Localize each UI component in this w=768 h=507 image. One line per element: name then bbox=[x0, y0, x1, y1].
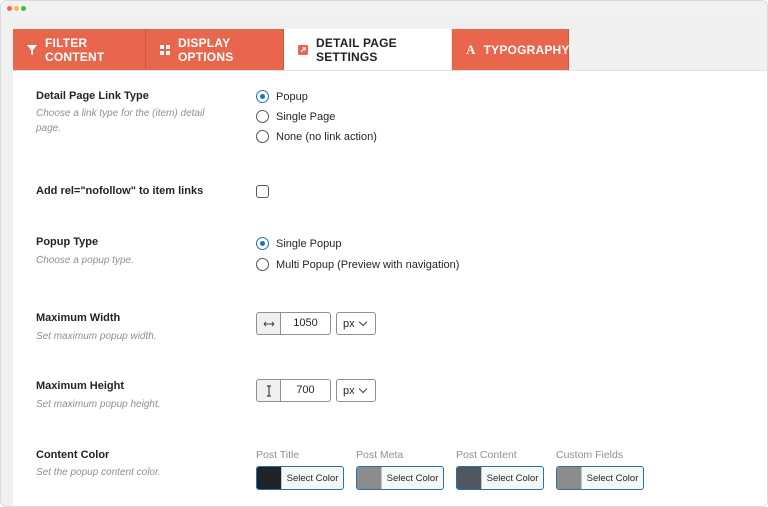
unit-value: px bbox=[343, 384, 355, 397]
tab-label: TYPOGRAPHY bbox=[483, 42, 570, 57]
radio-label: Multi Popup (Preview with navigation) bbox=[276, 258, 460, 271]
max-height-desc: Set maximum popup height. bbox=[36, 399, 161, 410]
minimize-window-dot[interactable] bbox=[14, 6, 19, 11]
chevron-down-icon bbox=[358, 384, 367, 393]
select-color-label: Select Color bbox=[481, 467, 543, 489]
color-post-content: Post Content Select Color bbox=[456, 449, 544, 490]
color-swatch bbox=[357, 467, 381, 489]
external-link-icon bbox=[298, 44, 308, 55]
color-swatch bbox=[457, 467, 481, 489]
select-color-button[interactable]: Select Color bbox=[356, 466, 444, 490]
content-color-label: Content Color bbox=[36, 449, 110, 461]
max-width-label: Maximum Width bbox=[36, 312, 121, 324]
color-post-meta: Post Meta Select Color bbox=[356, 449, 444, 490]
radio-none[interactable]: None (no link action) bbox=[256, 130, 377, 143]
chevron-down-icon bbox=[358, 317, 367, 326]
max-width-unit-select[interactable]: px bbox=[336, 312, 376, 335]
tab-detail-page-settings[interactable]: DETAIL PAGE SETTINGS bbox=[284, 29, 452, 70]
close-window-dot[interactable] bbox=[7, 6, 12, 11]
radio-label: None (no link action) bbox=[276, 130, 377, 143]
app-window: FILTER CONTENT DISPLAY OPTIONS DETAIL PA… bbox=[0, 0, 768, 507]
max-width-group: 1050 bbox=[256, 312, 331, 335]
settings-panel: Detail Page Link Type Choose a link type… bbox=[13, 70, 767, 506]
radio-single-popup[interactable]: Single Popup bbox=[256, 237, 341, 250]
max-height-input[interactable]: 700 bbox=[280, 379, 331, 402]
radio-label: Single Page bbox=[276, 110, 336, 123]
color-label: Custom Fields bbox=[556, 449, 624, 461]
color-custom-fields: Custom Fields Select Color bbox=[556, 449, 644, 490]
select-color-label: Select Color bbox=[581, 467, 643, 489]
content-color-desc: Set the popup content color. bbox=[36, 467, 161, 478]
color-label: Post Title bbox=[256, 449, 300, 461]
radio-multi-popup[interactable]: Multi Popup (Preview with navigation) bbox=[256, 258, 459, 271]
radio-popup[interactable]: Popup bbox=[256, 90, 308, 103]
font-icon: A bbox=[466, 41, 476, 57]
popup-type-label: Popup Type bbox=[36, 236, 99, 248]
max-width-desc: Set maximum popup width. bbox=[36, 331, 157, 342]
link-type-label: Detail Page Link Type bbox=[36, 90, 149, 102]
settings-tabs: FILTER CONTENT DISPLAY OPTIONS DETAIL PA… bbox=[13, 29, 569, 70]
tab-filter-content[interactable]: FILTER CONTENT bbox=[13, 29, 146, 70]
grid-icon bbox=[160, 44, 170, 55]
window-titlebar bbox=[1, 1, 767, 17]
tab-typography[interactable]: A TYPOGRAPHY bbox=[452, 29, 569, 70]
tab-display-options[interactable]: DISPLAY OPTIONS bbox=[146, 29, 284, 70]
select-color-button[interactable]: Select Color bbox=[456, 466, 544, 490]
color-post-title: Post Title Select Color bbox=[256, 449, 344, 490]
filter-icon bbox=[27, 44, 37, 55]
tab-label: DETAIL PAGE SETTINGS bbox=[316, 35, 397, 64]
tab-label: DISPLAY OPTIONS bbox=[178, 35, 234, 64]
link-type-desc: Choose a link type for the (item) detail… bbox=[36, 108, 205, 134]
radio-circle bbox=[256, 110, 269, 123]
popup-type-desc: Choose a popup type. bbox=[36, 255, 134, 266]
max-height-unit-select[interactable]: px bbox=[336, 379, 376, 402]
radio-label: Single Popup bbox=[276, 237, 342, 250]
select-color-button[interactable]: Select Color bbox=[256, 466, 344, 490]
max-height-label: Maximum Height bbox=[36, 380, 125, 392]
radio-single-page[interactable]: Single Page bbox=[256, 110, 335, 123]
radio-circle bbox=[256, 258, 269, 271]
max-width-input[interactable]: 1050 bbox=[280, 312, 331, 335]
select-color-label: Select Color bbox=[381, 467, 443, 489]
horizontal-arrows-icon bbox=[256, 312, 280, 335]
color-swatch bbox=[557, 467, 581, 489]
tab-label: FILTER CONTENT bbox=[45, 35, 105, 64]
radio-circle bbox=[256, 90, 269, 103]
radio-label: Popup bbox=[276, 90, 308, 103]
maximize-window-dot[interactable] bbox=[21, 6, 26, 11]
color-label: Post Content bbox=[456, 449, 517, 461]
unit-value: px bbox=[343, 317, 355, 330]
color-label: Post Meta bbox=[356, 449, 404, 461]
select-color-button[interactable]: Select Color bbox=[556, 466, 644, 490]
select-color-label: Select Color bbox=[281, 467, 343, 489]
color-swatch bbox=[257, 467, 281, 489]
nofollow-label: Add rel="nofollow" to item links bbox=[36, 185, 204, 197]
radio-circle bbox=[256, 130, 269, 143]
nofollow-checkbox[interactable] bbox=[256, 185, 269, 198]
radio-circle bbox=[256, 237, 269, 250]
vertical-arrows-icon bbox=[256, 379, 280, 402]
max-height-group: 700 bbox=[256, 379, 331, 402]
